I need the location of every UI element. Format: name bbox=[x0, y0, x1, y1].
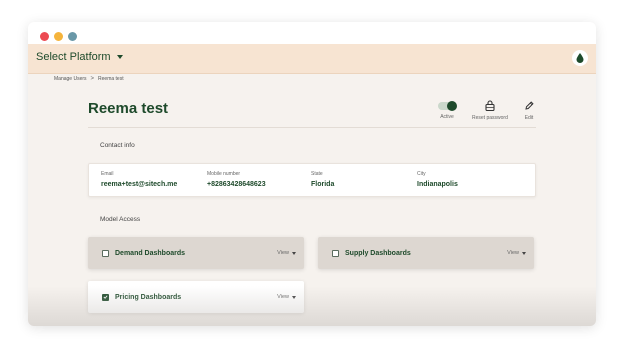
mobile-value: +82863428648623 bbox=[207, 181, 266, 188]
model-card-demand: Demand Dashboards View bbox=[88, 237, 304, 269]
email-field: Email reema+test@sitech.me bbox=[101, 171, 177, 188]
view-label: View bbox=[277, 294, 289, 300]
supply-view-dropdown[interactable]: View bbox=[507, 250, 526, 256]
state-field: State Florida bbox=[311, 171, 334, 188]
chevron-down-icon bbox=[116, 55, 123, 59]
mobile-label: Mobile number bbox=[207, 171, 241, 177]
breadcrumb-parent-link[interactable]: Manage Users bbox=[54, 76, 87, 82]
model-access-heading: Model Access bbox=[100, 216, 141, 223]
droplet-icon bbox=[576, 53, 584, 63]
demand-checkbox[interactable] bbox=[102, 249, 109, 257]
view-label: View bbox=[507, 250, 519, 256]
droplet-button[interactable] bbox=[572, 50, 588, 66]
supply-checkbox[interactable] bbox=[332, 249, 339, 257]
breadcrumb-separator: > bbox=[90, 76, 95, 82]
model-name: Pricing Dashboards bbox=[115, 293, 182, 301]
contact-info-heading: Contact info bbox=[100, 142, 135, 149]
platform-select[interactable]: Select Platform bbox=[36, 51, 123, 63]
app-window: Select Platform Manage Users > Reema tes… bbox=[28, 22, 596, 326]
minimize-window-dot[interactable] bbox=[54, 32, 63, 41]
model-card-pricing: Pricing Dashboards View bbox=[88, 281, 304, 313]
platform-select-label: Select Platform bbox=[36, 51, 111, 63]
chevron-down-icon bbox=[522, 251, 526, 255]
chevron-down-icon bbox=[292, 295, 296, 299]
view-label: View bbox=[277, 250, 289, 256]
lock-icon bbox=[485, 100, 495, 111]
toggle-switch[interactable] bbox=[438, 101, 457, 111]
model-name: Demand Dashboards bbox=[115, 249, 186, 257]
edit-label: Edit bbox=[524, 115, 534, 121]
city-field: City Indianapolis bbox=[417, 171, 458, 188]
breadcrumb: Manage Users > Reema test bbox=[54, 76, 124, 82]
edit-button[interactable]: Edit bbox=[524, 100, 534, 121]
close-window-dot[interactable] bbox=[40, 32, 49, 41]
header-divider bbox=[88, 127, 536, 128]
checkmark-icon bbox=[103, 295, 108, 299]
city-label: City bbox=[417, 171, 426, 177]
window-titlebar bbox=[28, 22, 596, 44]
reset-password-button[interactable]: Reset password bbox=[472, 100, 508, 121]
pencil-icon bbox=[525, 101, 534, 110]
page-title: Reema test bbox=[88, 100, 169, 117]
toggle-knob bbox=[447, 101, 457, 111]
model-name: Supply Dashboards bbox=[345, 249, 411, 257]
state-value: Florida bbox=[311, 181, 335, 188]
mobile-field: Mobile number +82863428648623 bbox=[207, 171, 266, 188]
demand-view-dropdown[interactable]: View bbox=[277, 250, 296, 256]
chevron-down-icon bbox=[292, 251, 296, 255]
model-card-supply: Supply Dashboards View bbox=[318, 237, 534, 269]
email-value: reema+test@sitech.me bbox=[101, 181, 178, 188]
pricing-checkbox[interactable] bbox=[102, 293, 109, 301]
maximize-window-dot[interactable] bbox=[68, 32, 77, 41]
active-toggle[interactable]: Active bbox=[438, 100, 457, 120]
city-value: Indianapolis bbox=[417, 181, 458, 188]
email-label: Email bbox=[101, 171, 114, 177]
active-label: Active bbox=[440, 114, 454, 120]
contact-info-card: Email reema+test@sitech.me Mobile number… bbox=[88, 163, 536, 197]
app-header: Select Platform bbox=[28, 44, 596, 74]
breadcrumb-current: Reema test bbox=[98, 76, 124, 82]
state-label: State bbox=[311, 171, 323, 177]
reset-password-label: Reset password bbox=[472, 115, 508, 121]
pricing-view-dropdown[interactable]: View bbox=[277, 294, 296, 300]
